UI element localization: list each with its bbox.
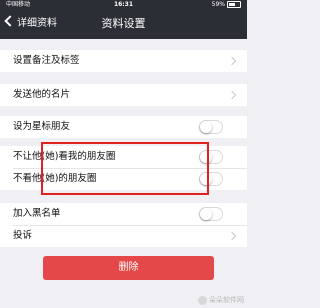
star-friend-label: 设为星标朋友 [13,121,71,132]
blacklist-toggle[interactable] [199,207,223,221]
star-friend-toggle[interactable] [199,120,223,134]
status-bar: 中国移动 16:31 59% [0,0,247,10]
settings-group-block: 加入黑名单 投诉 [0,203,247,247]
report-label: 投诉 [13,230,33,241]
settings-group-star: 设为星标朋友 [0,116,247,138]
nav-bar: 详细资料 资料设置 [0,10,247,39]
toggle-knob [200,121,212,133]
blacklist-label: 加入黑名单 [13,208,61,219]
toggle-knob [200,208,212,220]
settings-group-card: 发送他的名片 [0,84,247,106]
status-time: 16:31 [113,1,134,8]
settings-group-moments: 不让他(她)看我的朋友圈 不看他(她)的朋友圈 [0,146,247,190]
settings-group-remark: 设置备注及标签 [0,50,247,72]
delete-button[interactable]: 删除 [43,256,214,280]
toggle-knob [200,173,212,185]
watermark-logo-icon [198,295,207,305]
watermark-text: 朵朵软件网 [209,296,244,304]
hide-their-moments-row: 不看他(她)的朋友圈 [0,168,247,190]
chevron-right-icon [227,90,237,100]
star-friend-row: 设为星标朋友 [0,116,247,138]
send-card-row[interactable]: 发送他的名片 [0,84,247,106]
hide-my-moments-toggle[interactable] [199,150,223,164]
blacklist-row: 加入黑名单 [0,203,247,225]
send-card-label: 发送他的名片 [13,89,71,100]
battery-icon [227,1,241,8]
hide-my-moments-row: 不让他(她)看我的朋友圈 [0,146,247,168]
chevron-right-icon [227,231,237,241]
hide-their-moments-toggle[interactable] [199,172,223,186]
page-title: 资料设置 [101,17,146,30]
set-remark-row[interactable]: 设置备注及标签 [0,50,247,72]
battery-status: 59% [212,0,241,10]
hide-their-moments-label: 不看他(她)的朋友圈 [13,173,97,184]
toggle-knob [200,151,212,163]
watermark: 朵朵软件网 [198,295,244,305]
set-remark-label: 设置备注及标签 [13,55,80,66]
battery-percent: 59% [211,1,225,8]
chevron-right-icon [227,56,237,66]
hide-my-moments-label: 不让他(她)看我的朋友圈 [13,151,116,162]
report-row[interactable]: 投诉 [0,225,247,247]
